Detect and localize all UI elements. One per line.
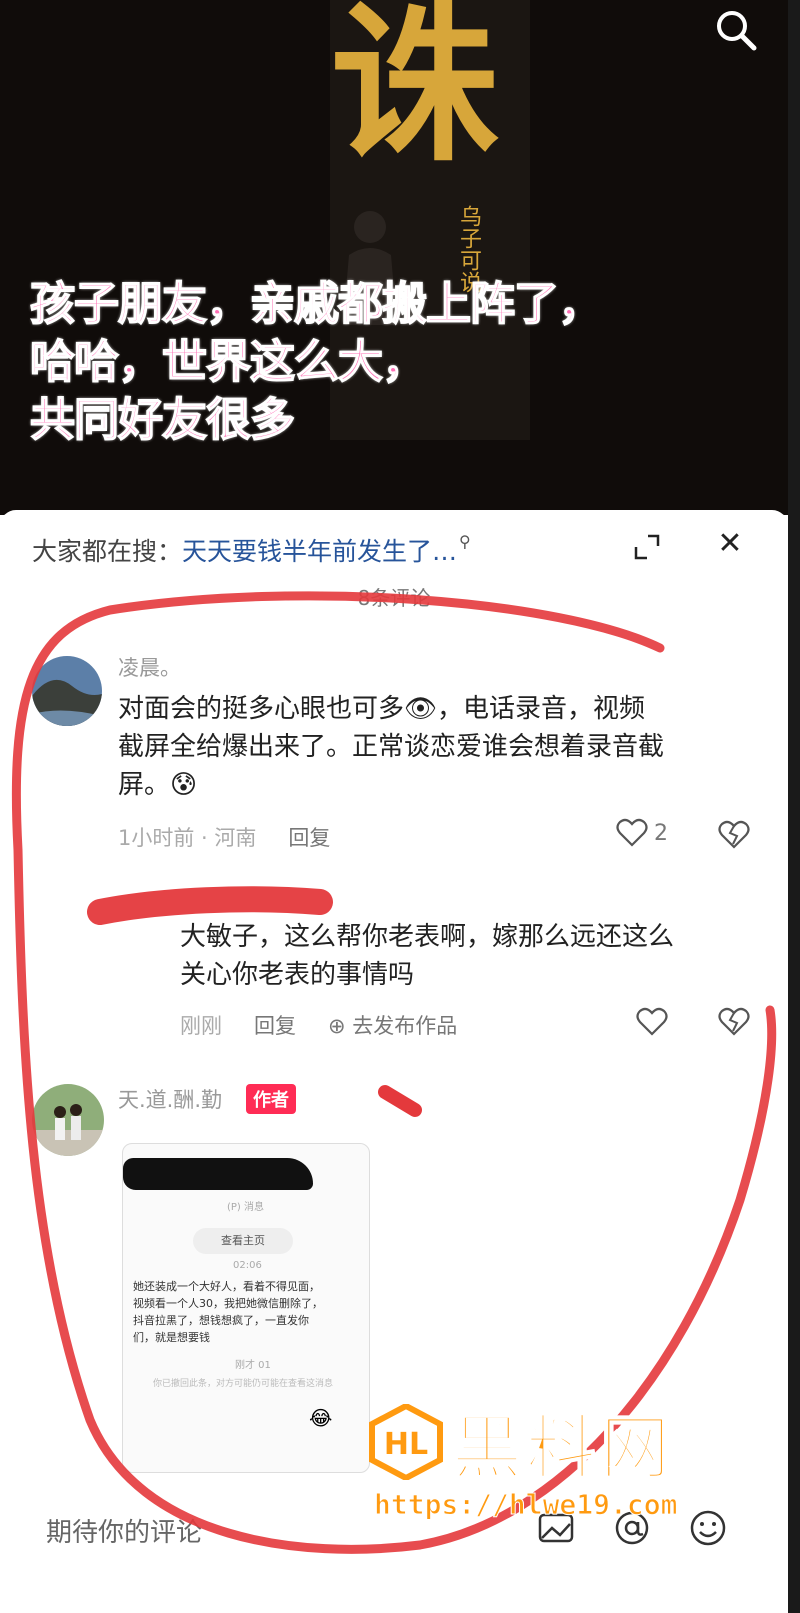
edge-strip — [788, 0, 800, 1613]
suggest-search-icon: ⚲ — [459, 532, 471, 551]
comment-line: 屏。😰 — [118, 770, 198, 800]
comment-text: 对面会的挺多心眼也可多👁，电话录音，视频 截屏全给爆出来了。正常谈恋爱谁会想着录… — [118, 690, 758, 804]
comment-input[interactable]: 期待你的评论 — [46, 1512, 202, 1549]
reply-line: 关心你老表的事情吗 — [180, 960, 415, 990]
video-player[interactable]: 诛 乌子可说 孩子朋友，亲戚都搬上阵了， 哈哈，世界这么大， 共同好友很多 — [0, 0, 800, 515]
image-message: 她还装成一个大好人，看着不得见面，视频看一个人30，我把她微信删除了，抖音拉黑了… — [133, 1280, 323, 1344]
image-time: 刚才 01 — [235, 1360, 271, 1371]
watermark: HL 黑料网 https://hlwe19.com — [368, 1392, 728, 1532]
video-caption: 孩子朋友，亲戚都搬上阵了， 哈哈，世界这么大， 共同好友很多 — [29, 275, 604, 449]
caption-line: 孩子朋友，亲戚都搬上阵了， — [29, 276, 604, 331]
comment-meta: 1小时前 · 河南 回复 — [118, 822, 330, 852]
caption-line: 共同好友很多 — [29, 392, 296, 447]
reply-text: 大敏子，这么帮你老表啊，嫁那么远还这么 关心你老表的事情吗 — [180, 918, 750, 994]
like-button[interactable]: 2 — [616, 818, 668, 848]
avatar[interactable] — [32, 1084, 104, 1156]
redaction — [123, 1158, 313, 1190]
comment-author-name[interactable]: 天.道.酬.勤 — [118, 1084, 222, 1114]
suggest-query[interactable]: 天天要钱半年前发生了… — [182, 537, 457, 566]
close-icon[interactable]: ✕ — [712, 526, 748, 562]
poster-calligraphy: 诛 — [330, 0, 501, 185]
comment-line: 截屏全给爆出来了。正常谈恋爱谁会想着录音截 — [118, 732, 665, 762]
suggest-prefix: 大家都在搜： — [32, 537, 183, 566]
watermark-url: https://hlwe19.com — [373, 1488, 678, 1522]
publish-link[interactable]: ⊕ 去发布作品 — [328, 1014, 457, 1038]
reply-meta: 刚刚 回复 ⊕ 去发布作品 — [180, 1010, 457, 1040]
like-count: 2 — [654, 820, 668, 846]
heart-icon[interactable] — [636, 1007, 668, 1037]
search-icon[interactable] — [712, 6, 760, 54]
image-time: 02:06 — [233, 1260, 262, 1271]
image-header: (P) 消息 — [227, 1202, 265, 1213]
comment-count: 8条评论 — [357, 586, 431, 610]
svg-text:HL: HL — [384, 1427, 428, 1462]
heart-icon — [616, 818, 648, 847]
avatar[interactable] — [32, 656, 102, 726]
watermark-logo: HL — [369, 1404, 443, 1480]
publish-label: 去发布作品 — [352, 1014, 458, 1038]
reply-line: 大敏子，这么帮你老表啊，嫁那么远还这么 — [180, 922, 675, 952]
reply-time: 刚刚 — [180, 1014, 222, 1038]
comment-image[interactable]: (P) 消息 查看主页 02:06 她还装成一个大好人，看着不得见面，视频看一个… — [122, 1143, 370, 1473]
image-chip: 查看主页 — [193, 1228, 293, 1254]
reply-button[interactable]: 回复 — [254, 1014, 296, 1038]
author-badge: 作者 — [246, 1084, 296, 1114]
caption-line: 哈哈，世界这么大， — [29, 334, 428, 389]
dislike-icon[interactable] — [718, 1007, 750, 1037]
expand-icon[interactable] — [632, 532, 662, 562]
watermark-title: 黑料网 — [451, 1406, 674, 1490]
comment-author-name[interactable]: 凌晨。 — [118, 652, 181, 682]
dislike-icon[interactable] — [718, 820, 750, 850]
comment-time-location: 1小时前 · 河南 — [118, 826, 257, 850]
publish-icon: ⊕ — [328, 1014, 346, 1038]
image-emoji: 😂 — [309, 1406, 333, 1430]
search-suggestion[interactable]: 大家都在搜：天天要钱半年前发生了… ⚲ — [32, 532, 471, 568]
image-system-note: 你已撤回此条，对方可能仍可能在查看这消息 — [153, 1379, 334, 1389]
comment-line: 对面会的挺多心眼也可多👁，电话录音，视频 — [118, 694, 646, 724]
reply-button[interactable]: 回复 — [288, 826, 330, 850]
